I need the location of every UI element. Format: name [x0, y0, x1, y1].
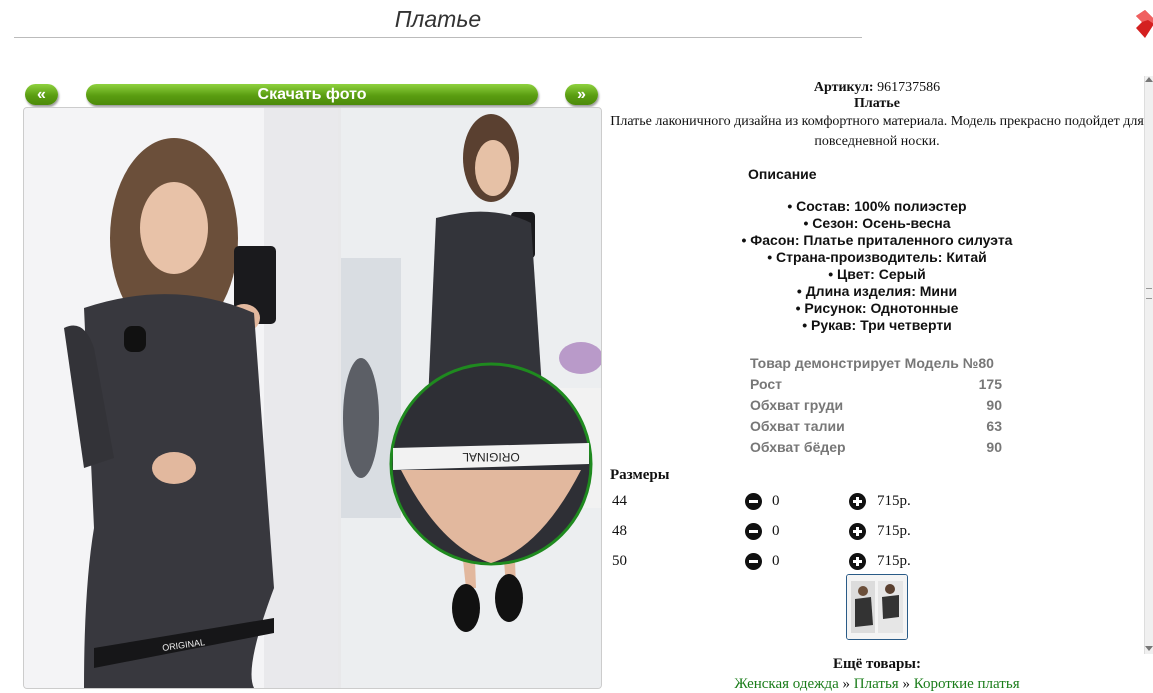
size-value: 50: [612, 553, 627, 569]
download-photo-button[interactable]: Скачать фото: [86, 84, 538, 105]
breadcrumb-link[interactable]: Платья: [854, 676, 899, 692]
description-heading: Описание: [748, 166, 817, 182]
article-label: Артикул:: [813, 80, 874, 95]
size-price: 715р.: [877, 553, 911, 569]
print-text-right: ORIGINAL: [462, 450, 520, 464]
property-item: • Сезон: Осень-весна: [803, 215, 951, 231]
plus-circle-icon[interactable]: [849, 523, 866, 540]
property-item: • Фасон: Платье приталенного силуэта: [741, 232, 1013, 248]
size-value: 44: [612, 493, 627, 509]
table-row: Обхват груди 90: [750, 394, 1002, 415]
scrollbar[interactable]: [1144, 76, 1153, 654]
size-row: 48 0 715р.: [610, 520, 1144, 550]
title-divider: [14, 37, 862, 38]
model-measurements: Товар демонстрирует Модель №80 Рост 175 О…: [750, 352, 1002, 457]
plus-circle-icon[interactable]: [849, 553, 866, 570]
photo-thumbnail[interactable]: [846, 574, 908, 640]
property-item: • Состав: 100% полиэстер: [787, 198, 967, 214]
breadcrumb: Женская одежда » Платья » Короткие плать…: [610, 676, 1144, 693]
measure-label: Рост: [750, 375, 782, 392]
plus-circle-icon[interactable]: [849, 493, 866, 510]
next-photo-button[interactable]: »: [565, 84, 598, 105]
scroll-up-icon[interactable]: [1145, 77, 1153, 82]
minus-circle-icon[interactable]: [745, 523, 762, 540]
table-row: Обхват талии 63: [750, 415, 1002, 436]
property-item: • Цвет: Серый: [828, 266, 926, 282]
measure-label: Обхват груди: [750, 396, 844, 413]
size-list: 44 0 715р. 48 0 715р. 50 0 715р.: [610, 490, 1144, 580]
product-info: Артикул: 961737586 Платье Платье лаконич…: [610, 76, 1144, 654]
product-photo-left: ORIGINAL: [24, 108, 338, 688]
model-heading: Товар демонстрирует Модель №80: [750, 354, 994, 371]
more-products-heading: Ещё товары:: [832, 656, 922, 672]
scroll-grip-icon[interactable]: [1146, 288, 1152, 299]
close-icon[interactable]: [1136, 10, 1153, 38]
size-qty: 0: [772, 523, 780, 539]
product-photo-right: ORIGINAL: [341, 108, 601, 688]
measure-label: Обхват талии: [750, 417, 845, 434]
size-qty: 0: [772, 493, 780, 509]
property-list: • Состав: 100% полиэстер • Сезон: Осень-…: [610, 198, 1144, 334]
table-row: Рост 175: [750, 373, 1002, 394]
size-row: 44 0 715р.: [610, 490, 1144, 520]
product-photo[interactable]: ORIGINAL ORIGINAL: [23, 107, 602, 689]
property-item: • Длина изделия: Мини: [796, 283, 958, 299]
size-price: 715р.: [877, 523, 911, 539]
scroll-down-icon[interactable]: [1145, 646, 1153, 651]
breadcrumb-separator: »: [842, 676, 851, 692]
product-name: Платье: [854, 96, 900, 111]
size-value: 48: [612, 523, 627, 539]
size-price: 715р.: [877, 493, 911, 509]
article-value: 961737586: [877, 80, 941, 95]
measure-value: 175: [978, 375, 1002, 392]
property-item: • Рисунок: Однотонные: [795, 300, 959, 316]
breadcrumb-link[interactable]: Короткие платья: [914, 676, 1020, 692]
article-line: Артикул: 961737586: [610, 80, 1144, 96]
property-item: • Рукав: Три четверти: [802, 317, 952, 333]
product-summary: Платье лаконичного дизайна из комфортног…: [610, 114, 1144, 149]
page-title: Платье: [394, 6, 482, 32]
measure-label: Обхват бёдер: [750, 438, 846, 455]
sizes-heading: Размеры: [610, 467, 670, 483]
measure-value: 90: [986, 438, 1002, 455]
measure-value: 90: [986, 396, 1002, 413]
table-row: Обхват бёдер 90: [750, 436, 1002, 457]
minus-circle-icon[interactable]: [745, 493, 762, 510]
breadcrumb-link[interactable]: Женская одежда: [734, 676, 838, 692]
property-item: • Страна-производитель: Китай: [767, 249, 987, 265]
prev-photo-button[interactable]: «: [25, 84, 58, 105]
measure-value: 63: [986, 417, 1002, 434]
size-qty: 0: [772, 553, 780, 569]
minus-circle-icon[interactable]: [745, 553, 762, 570]
breadcrumb-separator: »: [902, 676, 910, 692]
